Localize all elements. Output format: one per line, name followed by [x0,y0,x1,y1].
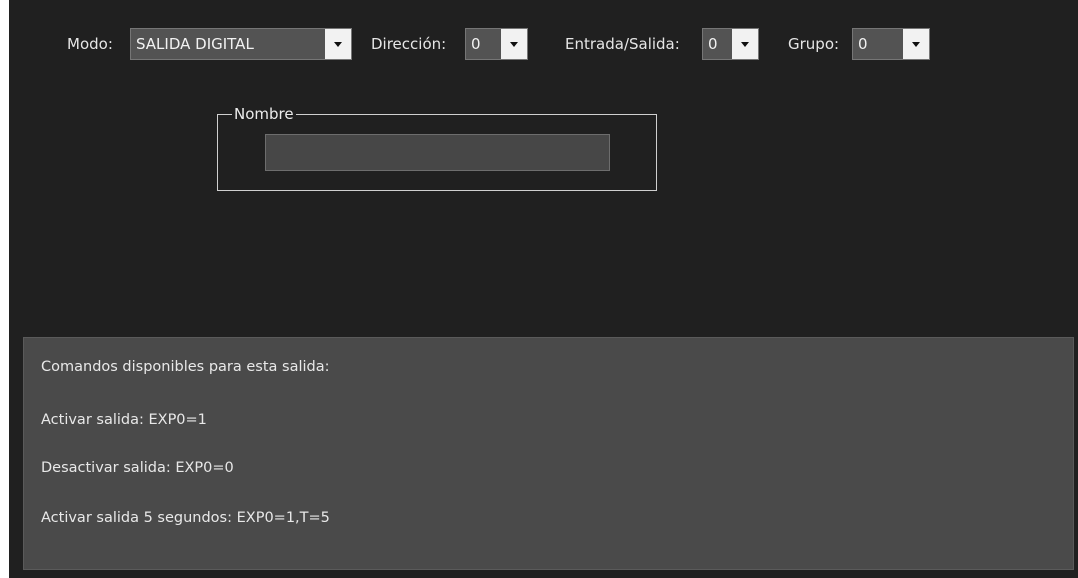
entrada-salida-label: Entrada/Salida: [565,35,680,53]
direccion-select[interactable]: 0 [465,28,528,60]
commands-panel: Comandos disponibles para esta salida: A… [23,337,1074,570]
chevron-down-icon [334,42,342,47]
nombre-groupbox: Nombre [217,104,657,191]
direccion-label: Dirección: [371,35,447,53]
modo-dropdown-button[interactable] [325,29,351,59]
nombre-input[interactable] [265,134,610,171]
grupo-value: 0 [858,35,868,53]
config-window: Modo: SALIDA DIGITAL Dirección: 0 Entrad… [9,0,1078,578]
command-deactivate: Desactivar salida: EXP0=0 [41,460,234,476]
command-activate: Activar salida: EXP0=1 [41,412,207,428]
direccion-dropdown-button[interactable] [501,29,527,59]
nombre-legend: Nombre [232,104,296,124]
command-activate-timed: Activar salida 5 segundos: EXP0=1,T=5 [41,510,330,526]
entrada-salida-value: 0 [708,35,718,53]
grupo-dropdown-button[interactable] [903,29,929,59]
grupo-label: Grupo: [788,35,840,53]
chevron-down-icon [741,42,749,47]
entrada-salida-select[interactable]: 0 [702,28,759,60]
direccion-value: 0 [471,35,481,53]
chevron-down-icon [912,42,920,47]
entrada-salida-dropdown-button[interactable] [732,29,758,59]
modo-value: SALIDA DIGITAL [136,35,254,53]
modo-label: Modo: [67,35,113,53]
toolbar: Modo: SALIDA DIGITAL Dirección: 0 Entrad… [9,28,1078,60]
commands-title: Comandos disponibles para esta salida: [41,359,330,375]
chevron-down-icon [510,42,518,47]
grupo-select[interactable]: 0 [852,28,930,60]
modo-select[interactable]: SALIDA DIGITAL [130,28,352,60]
